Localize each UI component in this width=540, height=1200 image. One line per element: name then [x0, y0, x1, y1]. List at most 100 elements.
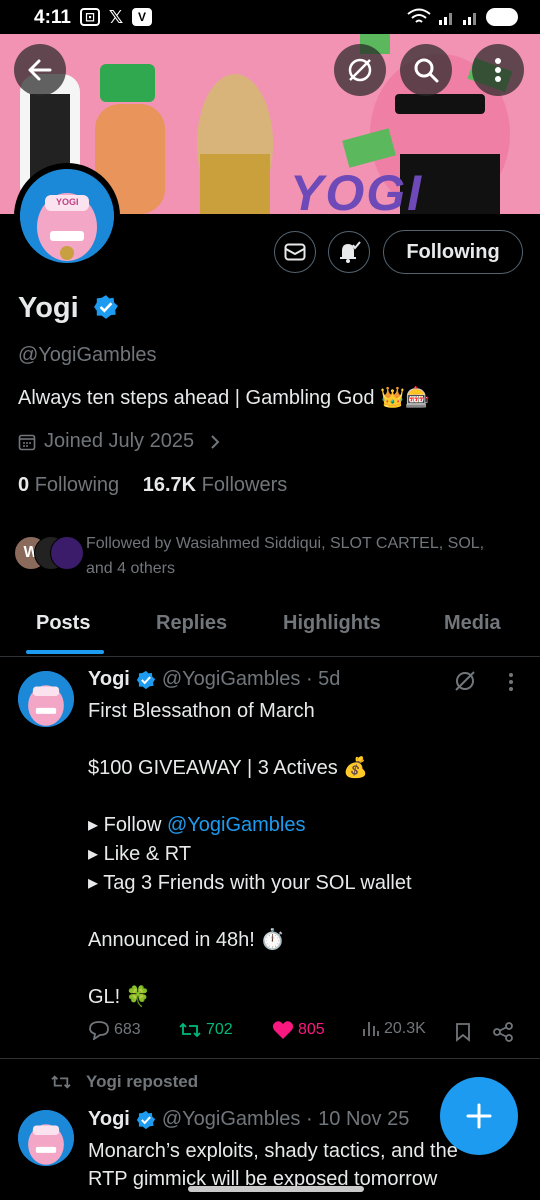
heart-filled-icon	[272, 1021, 294, 1039]
avatar-image: YOGI	[20, 169, 114, 263]
post2-avatar[interactable]	[18, 1110, 74, 1166]
tab-media[interactable]: Media	[444, 612, 501, 635]
followed-by-text[interactable]: Followed by Wasiahmed Siddiqui, SLOT CAR…	[86, 531, 506, 581]
post-divider	[0, 1058, 540, 1059]
back-button[interactable]	[14, 44, 66, 96]
search-icon	[414, 58, 439, 83]
profile-name: Yogi	[18, 292, 119, 325]
active-tab-indicator	[26, 650, 104, 654]
grok-icon	[348, 58, 372, 82]
like-button[interactable]: 805	[272, 1020, 325, 1040]
plus-icon	[466, 1103, 492, 1129]
views-count: 20.3K	[384, 1020, 426, 1037]
followers-label: Followers	[201, 474, 288, 496]
bell-check-icon	[340, 241, 361, 263]
banner-word: YOGI	[290, 165, 424, 214]
reply-icon	[89, 1021, 109, 1040]
signal-2-icon	[463, 13, 476, 25]
repost-count: 702	[206, 1021, 233, 1038]
profile-name-text: Yogi	[18, 292, 79, 324]
post-line: GL! 🍀	[88, 985, 151, 1008]
follower-avatar-3	[50, 536, 84, 570]
repost-small-icon	[51, 1075, 71, 1089]
reply-button[interactable]: 683	[88, 1020, 141, 1040]
profile-bio: Always ten steps ahead | Gambling God 👑🎰	[18, 387, 430, 409]
message-button[interactable]	[274, 231, 316, 273]
compose-button[interactable]	[440, 1077, 518, 1155]
following-label: Following	[34, 474, 120, 496]
pink-bear-avatar-small	[18, 671, 74, 727]
reply-count: 683	[114, 1021, 141, 1038]
repost-indicator: Yogi reposted	[50, 1072, 198, 1092]
post-more-icon[interactable]	[508, 672, 514, 692]
wifi-icon	[407, 8, 431, 23]
post-text: First Blessathon of March $100 GIVEAWAY …	[88, 697, 412, 1012]
post2-line: Monarch’s exploits, shady tactics, and t…	[88, 1140, 458, 1162]
notifications-button[interactable]	[328, 231, 370, 273]
avatar-cap-text: YOGI	[56, 197, 79, 207]
chevron-right-icon	[211, 434, 220, 449]
post2-header: Yogi @YogiGambles · 10 Nov 25	[88, 1108, 409, 1131]
status-time: 4:11	[34, 7, 71, 28]
joined-date[interactable]: Joined July 2025	[18, 430, 222, 453]
like-count: 805	[298, 1021, 325, 1038]
post2-author-name[interactable]: Yogi	[88, 1108, 130, 1131]
followed-by-avatars[interactable]: W	[14, 536, 84, 570]
verified-badge-icon	[136, 1110, 156, 1129]
post-line: Announced in 48h! ⏱️	[88, 928, 286, 951]
post-handle-time: @YogiGambles · 5d	[161, 668, 341, 690]
calendar-icon	[18, 434, 36, 450]
repost-label: Yogi reposted	[86, 1072, 199, 1091]
verified-badge-icon	[93, 295, 118, 320]
following-link[interactable]: 0 Following	[18, 474, 119, 496]
repost-button[interactable]: 702	[178, 1020, 233, 1040]
profile-avatar[interactable]: YOGI	[14, 163, 120, 269]
post-line: ▸ Like & RT	[88, 842, 192, 865]
grok-post-icon[interactable]	[453, 669, 477, 693]
following-count: 0	[18, 474, 30, 496]
post-line: First Blessathon of March	[88, 700, 315, 722]
following-button[interactable]: Following	[383, 230, 523, 274]
battery-icon	[486, 8, 518, 26]
search-button[interactable]	[400, 44, 452, 96]
follow-stats: 0 Following 16.7K Followers	[18, 474, 287, 497]
verified-badge-icon	[136, 670, 156, 689]
post-line: ▸ Follow @YogiGambles	[88, 811, 412, 840]
status-bar: 4:11 ⊡ 𝕏 V	[0, 0, 540, 34]
more-options-button[interactable]	[472, 44, 524, 96]
post-header: Yogi @YogiGambles · 5d	[88, 668, 340, 691]
repost-icon	[179, 1022, 201, 1038]
home-indicator[interactable]	[188, 1186, 364, 1192]
tab-replies[interactable]: Replies	[156, 612, 227, 635]
v-app-icon: V	[132, 8, 152, 26]
post-author-name[interactable]: Yogi	[88, 668, 130, 691]
pink-bear-avatar-small	[18, 1110, 74, 1166]
post-line-part: ▸ Follow	[88, 814, 167, 837]
x-logo-icon: 𝕏	[108, 6, 124, 27]
tab-posts[interactable]: Posts	[36, 612, 90, 635]
notification-icons: ⊡ 𝕏 V	[80, 6, 152, 27]
back-arrow-icon	[28, 59, 52, 81]
grok-button[interactable]	[334, 44, 386, 96]
profile-handle: @YogiGambles	[18, 344, 157, 366]
post2-handle-time: @YogiGambles · 10 Nov 25	[161, 1108, 410, 1130]
profile-tabs: Posts Replies Highlights Media	[0, 600, 540, 657]
system-icons	[406, 8, 518, 26]
envelope-icon	[284, 243, 306, 261]
post-line: $100 GIVEAWAY | 3 Actives 💰	[88, 757, 369, 780]
views-button[interactable]: 20.3K	[362, 1020, 426, 1038]
views-icon	[363, 1022, 379, 1036]
post-avatar[interactable]	[18, 671, 74, 727]
share-icon[interactable]	[492, 1022, 514, 1042]
pink-bear-avatar	[20, 169, 114, 263]
signal-icon	[439, 13, 452, 25]
bookmark-icon[interactable]	[455, 1022, 471, 1042]
post-line: ▸ Tag 3 Friends with your SOL wallet	[88, 871, 412, 894]
followers-link[interactable]: 16.7K Followers	[143, 474, 288, 496]
screen-record-icon: ⊡	[80, 8, 100, 26]
mention-link[interactable]: @YogiGambles	[167, 814, 306, 836]
more-vertical-icon	[495, 58, 501, 82]
post2-text: Monarch’s exploits, shady tactics, and t…	[88, 1137, 458, 1193]
tab-highlights[interactable]: Highlights	[283, 612, 381, 635]
followers-count: 16.7K	[142, 474, 197, 496]
